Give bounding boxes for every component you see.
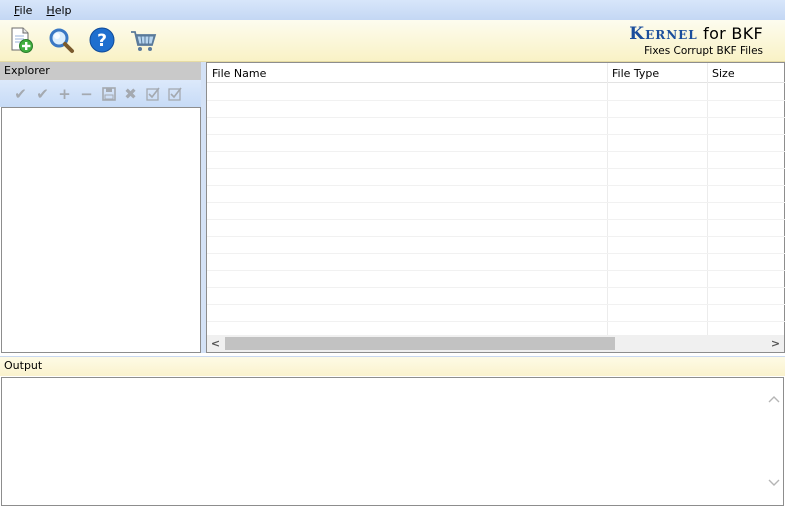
scroll-right-icon[interactable]: > [767,335,784,352]
checkbox-icon[interactable] [144,85,161,102]
delete-icon[interactable]: ✖ [122,85,139,103]
cart-icon [131,31,157,51]
list-row-line [207,270,785,271]
check-all-icon[interactable]: ✔ [34,85,51,103]
cart-button[interactable] [128,25,158,55]
column-separator [707,63,708,335]
column-separator [607,63,608,335]
list-row-line [207,236,785,237]
search-icon [49,28,74,53]
scroll-down-icon[interactable] [765,474,783,492]
menu-bar: File Help [0,0,785,20]
scroll-left-icon[interactable]: < [207,335,224,352]
list-row-line [207,287,785,288]
list-row-line [207,202,785,203]
list-row-line [207,253,785,254]
list-row-line [207,321,785,322]
check-icon[interactable]: ✔ [12,85,29,103]
brand-tagline: Fixes Corrupt BKF Files [644,45,763,57]
svg-text:?: ? [97,31,107,51]
output-title: Output [0,356,785,376]
list-row-line [207,117,785,118]
list-row-line [207,151,785,152]
scrollbar-thumb[interactable] [225,337,615,350]
list-row-line [207,100,785,101]
list-row-line [207,168,785,169]
explorer-toolbar: ✔ ✔ + − ✖ [0,80,201,107]
explorer-title: Explorer [0,62,201,80]
checkbox-all-icon[interactable] [166,85,183,102]
plus-icon[interactable]: + [56,85,73,103]
search-button[interactable] [46,25,76,55]
menu-help[interactable]: Help [46,4,71,17]
brand-title: Kernel for BKF [629,24,763,44]
list-row-line [207,185,785,186]
list-row-line [207,304,785,305]
open-file-button[interactable] [6,25,36,55]
explorer-tree[interactable] [1,107,201,353]
file-list[interactable]: File Name File Type Size < > [206,62,785,353]
menu-file[interactable]: File [14,4,32,17]
save-icon[interactable] [100,85,117,102]
help-icon: ? [89,27,115,53]
list-row-line [207,134,785,135]
column-header-file-name[interactable]: File Name [207,63,607,83]
scroll-up-icon[interactable] [765,390,783,408]
vertical-scrollbar[interactable] [765,378,783,505]
column-header-size[interactable]: Size [707,63,785,83]
toolbar: ? Kernel for BKF Fixes Corrupt BKF Files [0,20,785,62]
file-list-header: File Name File Type Size [207,63,785,83]
help-button[interactable]: ? [87,25,117,55]
minus-icon[interactable]: − [78,85,95,103]
list-row-line [207,219,785,220]
output-log[interactable] [1,377,784,506]
brand-logo: Kernel for BKF Fixes Corrupt BKF Files [629,24,763,57]
column-header-file-type[interactable]: File Type [607,63,707,83]
open-file-icon [11,27,33,53]
horizontal-scrollbar[interactable]: < > [207,335,784,352]
